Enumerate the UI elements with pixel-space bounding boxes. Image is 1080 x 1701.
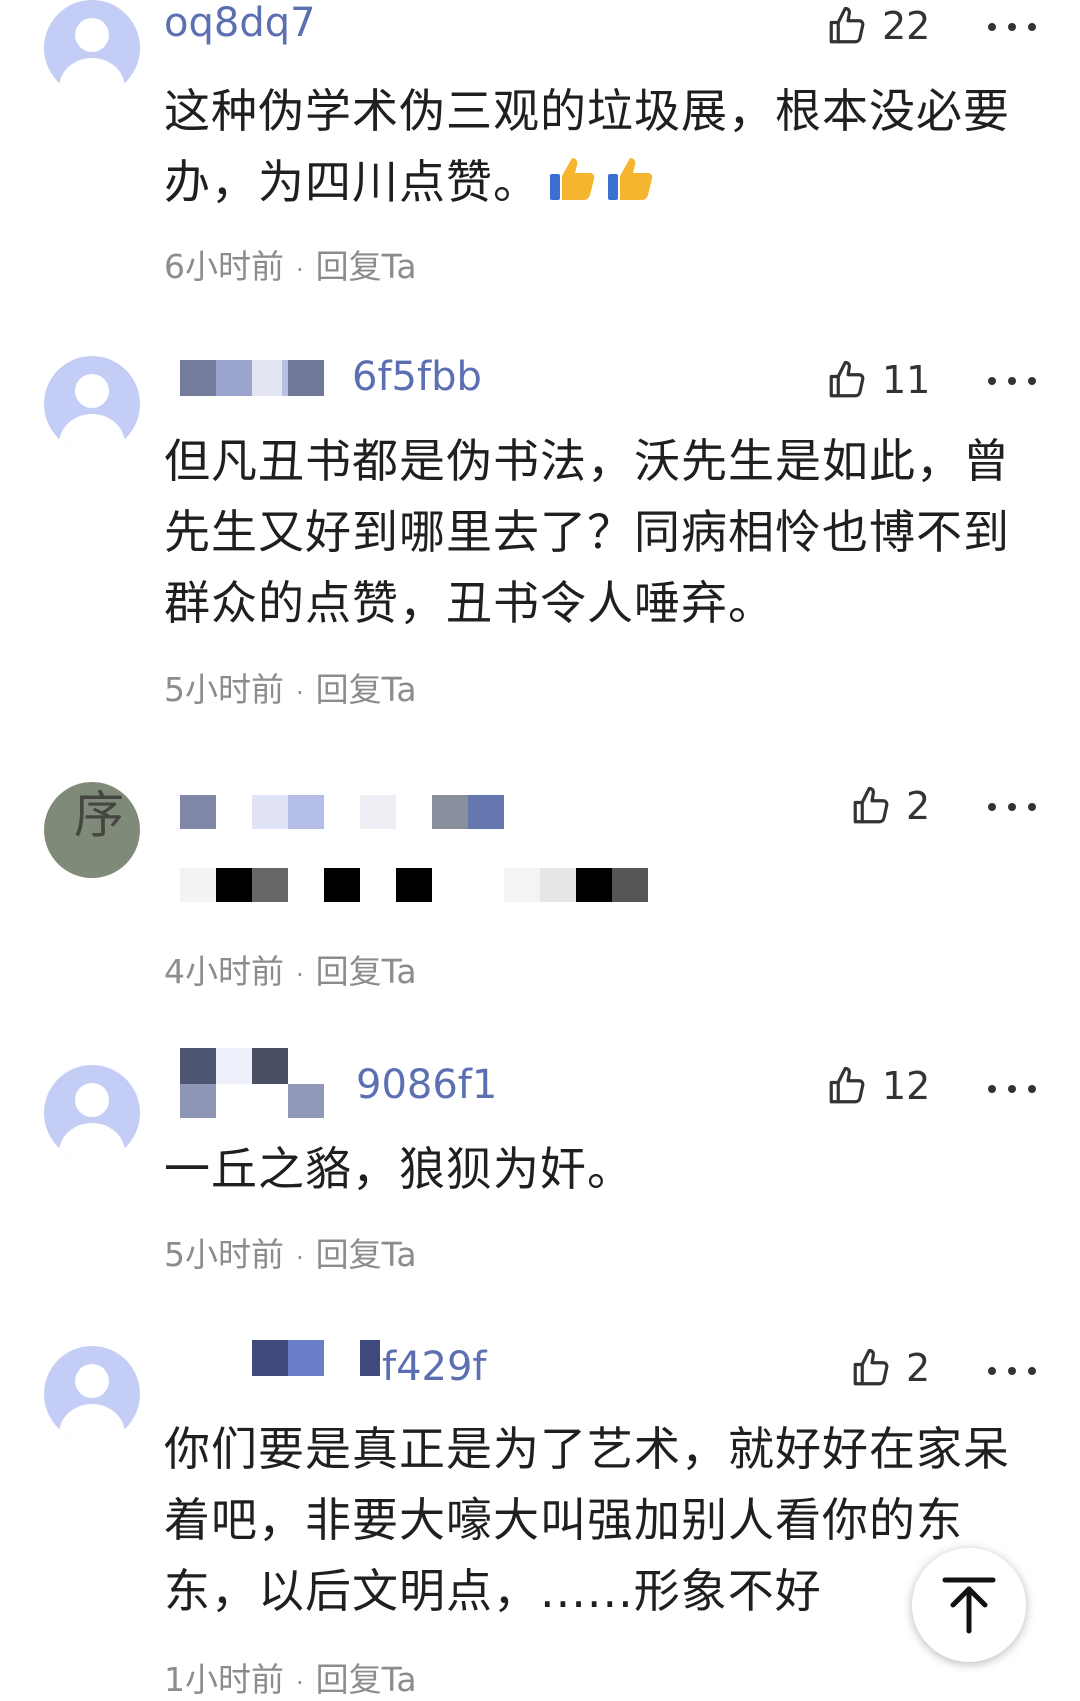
- like-count: 12: [882, 1064, 931, 1108]
- like-button[interactable]: 2: [850, 1346, 930, 1390]
- like-count: 11: [882, 358, 931, 402]
- reply-button[interactable]: 回复Ta: [316, 670, 417, 709]
- reply-button[interactable]: 回复Ta: [316, 1660, 417, 1699]
- comment-text: 这种伪学术伪三观的垃圾展，根本没必要办，为四川点赞。: [164, 84, 1010, 209]
- thumbs-up-emoji-icon: [550, 158, 595, 200]
- reply-button[interactable]: 回复Ta: [316, 952, 417, 991]
- avatar[interactable]: [44, 1065, 140, 1161]
- like-count: 2: [906, 1346, 931, 1390]
- scroll-top-button[interactable]: [912, 1548, 1026, 1662]
- comment-meta: 1小时前 · 回复Ta: [164, 1660, 417, 1699]
- more-dots-icon[interactable]: [988, 1356, 1036, 1386]
- timestamp: 4小时前: [164, 952, 284, 991]
- comment-text: 一丘之貉，狼狈为奸。: [164, 1142, 634, 1196]
- thumbs-up-outline-icon: [853, 786, 889, 824]
- avatar[interactable]: [44, 356, 140, 452]
- thumbs-up-emoji-icon: [608, 158, 653, 200]
- comment-meta: 5小时前 · 回复Ta: [164, 1235, 417, 1274]
- arrow-up-icon: [942, 1577, 996, 1634]
- more-dots-icon[interactable]: [988, 12, 1036, 42]
- username[interactable]: oq8dq7: [164, 0, 316, 46]
- comment-text: 你们要是真正是为了艺术，就好好在家呆着吧，非要大嚎大叫强加别人看你的东东，以后文…: [164, 1422, 1010, 1618]
- timestamp: 1小时前: [164, 1660, 284, 1699]
- timestamp: 5小时前: [164, 670, 284, 709]
- timestamp: 6小时前: [164, 247, 284, 286]
- thumbs-up-outline-icon: [829, 6, 865, 44]
- avatar[interactable]: 序: [44, 782, 140, 878]
- more-dots-icon[interactable]: [988, 792, 1036, 822]
- like-button[interactable]: 11: [826, 358, 930, 402]
- username[interactable]: f429f: [382, 1344, 487, 1390]
- comment-meta: 6小时前 · 回复Ta: [164, 247, 417, 286]
- like-count: 2: [906, 784, 931, 828]
- avatar[interactable]: [44, 0, 140, 96]
- timestamp: 5小时前: [164, 1235, 284, 1274]
- comment-text: 但凡丑书都是伪书法，沃先生是如此，曾先生又好到哪里去了？同病相怜也博不到群众的点…: [164, 434, 1010, 630]
- reply-button[interactable]: 回复Ta: [316, 1235, 417, 1274]
- reply-button[interactable]: 回复Ta: [316, 247, 417, 286]
- comment-meta: 5小时前 · 回复Ta: [164, 670, 417, 709]
- more-dots-icon[interactable]: [988, 366, 1036, 396]
- avatar[interactable]: [44, 1346, 140, 1442]
- like-button[interactable]: 12: [826, 1064, 930, 1108]
- username[interactable]: 6f5fbb: [352, 354, 482, 400]
- thumbs-up-outline-icon: [853, 1348, 889, 1386]
- thumbs-up-outline-icon: [829, 360, 865, 398]
- like-count: 22: [882, 4, 931, 48]
- username[interactable]: 9086f1: [356, 1062, 497, 1108]
- like-button[interactable]: 2: [850, 784, 930, 828]
- comment-meta: 4小时前 · 回复Ta: [164, 952, 417, 991]
- like-button[interactable]: 22: [826, 4, 930, 48]
- thumbs-up-outline-icon: [829, 1066, 865, 1104]
- more-dots-icon[interactable]: [988, 1074, 1036, 1104]
